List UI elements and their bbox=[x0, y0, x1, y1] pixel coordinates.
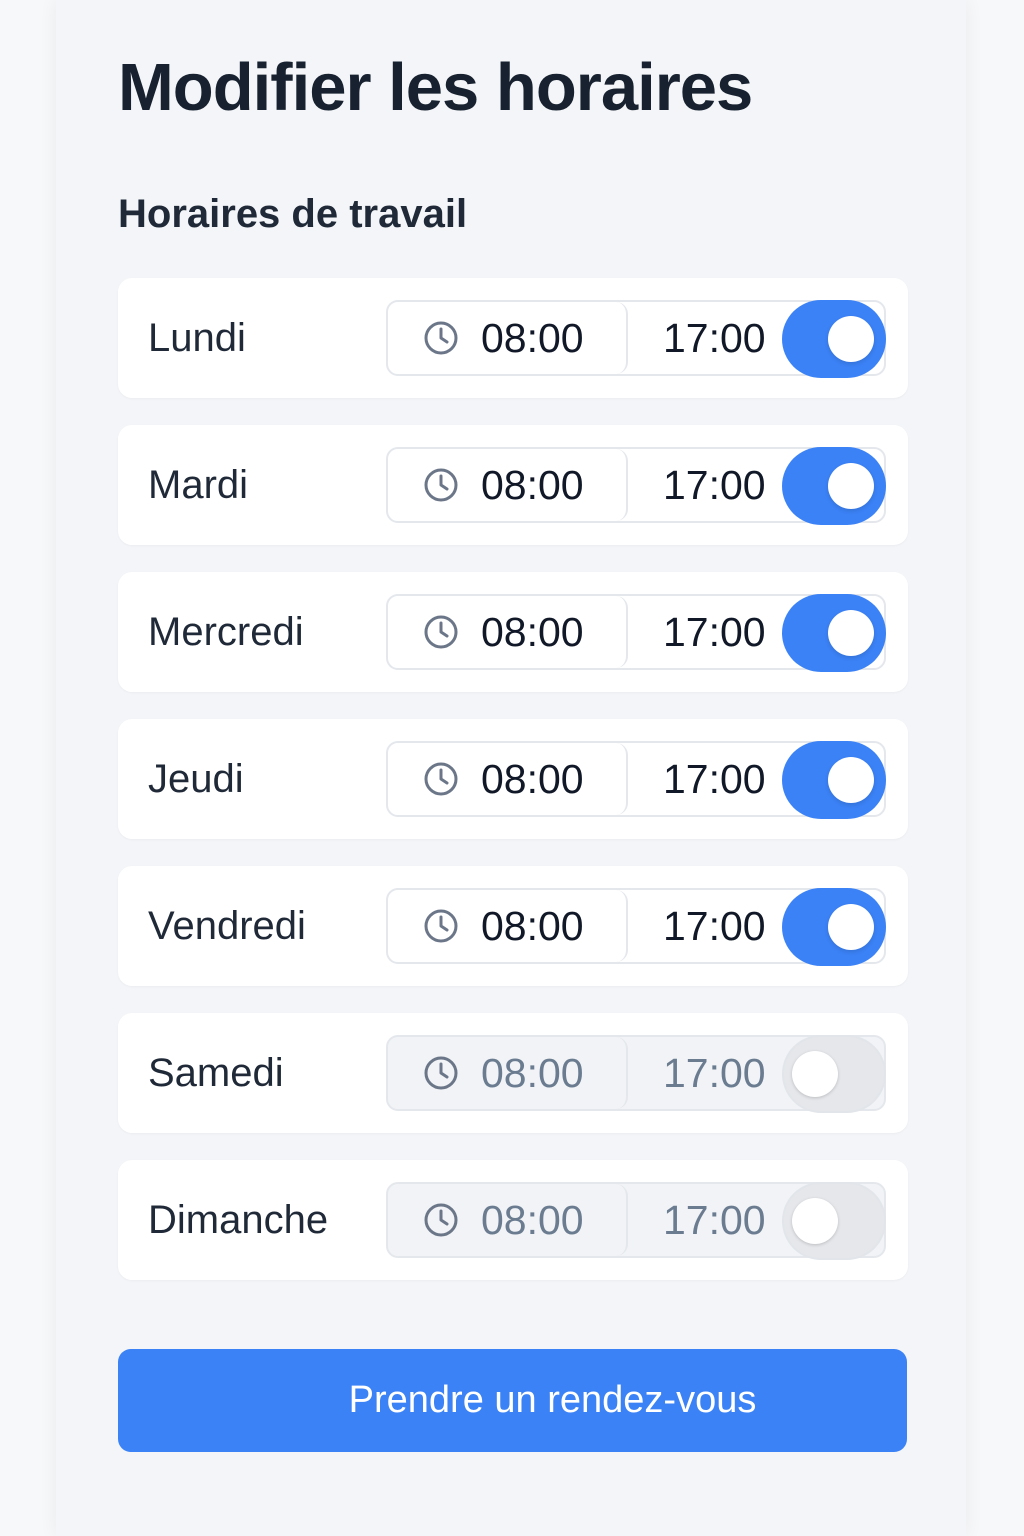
day-row-dimanche: Dimanche 08:00 17:00 bbox=[118, 1160, 908, 1280]
toggle-knob bbox=[828, 316, 874, 362]
start-time-value: 08:00 bbox=[481, 1050, 584, 1096]
end-time-field[interactable]: 17:00 bbox=[663, 609, 766, 655]
day-label: Vendredi bbox=[148, 904, 306, 948]
working-hours-list: Lundi 08:00 17:00 Mardi 08:00 17:00 Merc… bbox=[118, 278, 908, 1307]
day-row-mardi: Mardi 08:00 17:00 bbox=[118, 425, 908, 545]
day-row-vendredi: Vendredi 08:00 17:00 bbox=[118, 866, 908, 986]
start-time-field[interactable]: 08:00 bbox=[388, 743, 628, 815]
book-appointment-button[interactable]: Prendre un rendez-vous bbox=[118, 1349, 907, 1452]
day-toggle[interactable] bbox=[782, 594, 886, 672]
toggle-knob bbox=[828, 463, 874, 509]
start-time-value: 08:00 bbox=[481, 462, 584, 508]
start-time-value: 08:00 bbox=[481, 903, 584, 949]
day-row-mercredi: Mercredi 08:00 17:00 bbox=[118, 572, 908, 692]
clock-icon bbox=[424, 909, 458, 943]
end-time-field[interactable]: 17:00 bbox=[663, 756, 766, 802]
page-title: Modifier les horaires bbox=[118, 50, 753, 125]
day-row-jeudi: Jeudi 08:00 17:00 bbox=[118, 719, 908, 839]
toggle-knob bbox=[828, 904, 874, 950]
start-time-field[interactable]: 08:00 bbox=[388, 890, 628, 962]
end-time-field[interactable]: 17:00 bbox=[663, 1197, 766, 1243]
day-label: Dimanche bbox=[148, 1198, 329, 1242]
day-label: Mercredi bbox=[148, 610, 304, 654]
day-toggle[interactable] bbox=[782, 447, 886, 525]
end-time-field[interactable]: 17:00 bbox=[663, 903, 766, 949]
day-label: Mardi bbox=[148, 463, 249, 507]
end-time-field[interactable]: 17:00 bbox=[663, 1050, 766, 1096]
start-time-value: 08:00 bbox=[481, 1197, 584, 1243]
day-toggle[interactable] bbox=[782, 888, 886, 966]
day-toggle[interactable] bbox=[782, 300, 886, 378]
day-toggle[interactable] bbox=[782, 741, 886, 819]
day-toggle[interactable] bbox=[782, 1182, 886, 1260]
clock-icon bbox=[424, 1203, 458, 1237]
start-time-field[interactable]: 08:00 bbox=[388, 596, 628, 668]
toggle-knob bbox=[792, 1198, 838, 1244]
clock-icon bbox=[424, 615, 458, 649]
start-time-field[interactable]: 08:00 bbox=[388, 1037, 628, 1109]
clock-icon bbox=[424, 1056, 458, 1090]
start-time-value: 08:00 bbox=[481, 756, 584, 802]
toggle-knob bbox=[792, 1051, 838, 1097]
clock-icon bbox=[424, 321, 458, 355]
start-time-field[interactable]: 08:00 bbox=[388, 449, 628, 521]
clock-icon bbox=[424, 762, 458, 796]
start-time-value: 08:00 bbox=[481, 609, 584, 655]
day-row-lundi: Lundi 08:00 17:00 bbox=[118, 278, 908, 398]
day-label: Jeudi bbox=[148, 757, 244, 801]
section-title: Horaires de travail bbox=[118, 192, 468, 236]
day-row-samedi: Samedi 08:00 17:00 bbox=[118, 1013, 908, 1133]
clock-icon bbox=[424, 468, 458, 502]
toggle-knob bbox=[828, 610, 874, 656]
end-time-field[interactable]: 17:00 bbox=[663, 462, 766, 508]
day-label: Samedi bbox=[148, 1051, 284, 1095]
toggle-knob bbox=[828, 757, 874, 803]
day-toggle[interactable] bbox=[782, 1035, 886, 1113]
start-time-field[interactable]: 08:00 bbox=[388, 1184, 628, 1256]
start-time-field[interactable]: 08:00 bbox=[388, 302, 628, 374]
end-time-field[interactable]: 17:00 bbox=[663, 315, 766, 361]
start-time-value: 08:00 bbox=[481, 315, 584, 361]
day-label: Lundi bbox=[148, 316, 246, 360]
